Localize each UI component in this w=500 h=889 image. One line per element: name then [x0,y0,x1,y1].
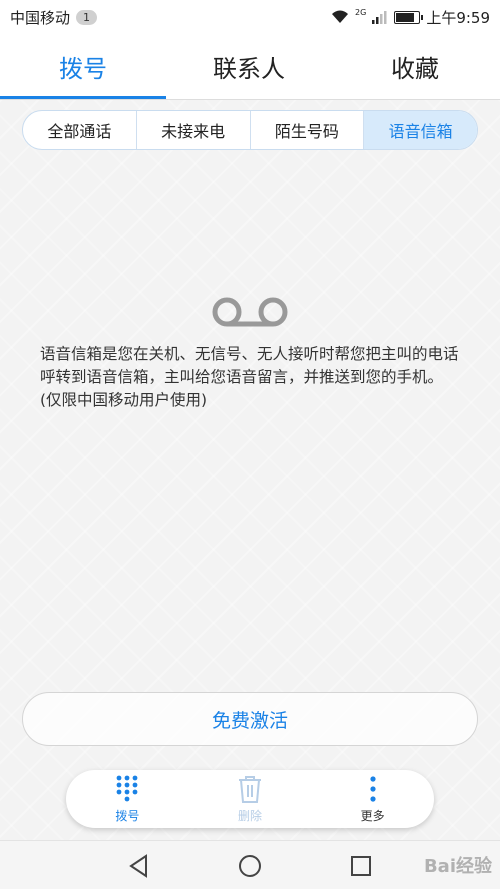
more-vertical-icon [370,775,376,802]
dialpad-button[interactable]: 拨号 [66,770,189,828]
tab-favorites[interactable]: 收藏 [332,34,498,98]
more-label: 更多 [360,808,385,823]
home-icon[interactable] [237,853,263,879]
recents-icon[interactable] [348,853,374,879]
back-icon[interactable] [126,853,152,879]
notification-badge: 1 [76,9,98,25]
carrier-name: 中国移动 [10,8,71,27]
battery-icon [394,10,424,24]
filter-all-calls[interactable]: 全部通话 [23,111,137,149]
tab-dial[interactable]: 拨号 [0,34,166,98]
network-type: 2G [355,7,367,17]
tab-contacts[interactable]: 联系人 [166,34,332,98]
status-bar: 中国移动 1 2G 上午9:59 [0,0,500,34]
filter-unknown-numbers[interactable]: 陌生号码 [251,111,365,149]
voicemail-icon [212,297,288,327]
tab-indicator [0,96,166,99]
signal-icon [372,11,387,24]
delete-label: 删除 [238,808,263,823]
call-filter-segment: 全部通话 未接来电 陌生号码 语音信箱 [22,110,478,150]
trash-icon [239,775,261,803]
more-button[interactable]: 更多 [311,770,434,828]
activate-button[interactable]: 免费激活 [22,692,478,746]
baidu-watermark: Bai经验 [423,856,492,877]
filter-missed-calls[interactable]: 未接来电 [137,111,251,149]
dialpad-icon [116,775,138,801]
wifi-icon [332,10,349,23]
main-tabs: 拨号 联系人 收藏 [0,34,500,100]
delete-button[interactable]: 删除 [189,770,312,828]
dial-label: 拨号 [115,808,140,823]
bottom-action-bar: 拨号 删除 更多 [66,770,434,828]
filter-voicemail[interactable]: 语音信箱 [364,111,477,149]
clock: 上午9:59 [426,8,490,27]
voicemail-description: 语音信箱是您在关机、无信号、无人接听时帮您把主叫的电话呼转到语音信箱，主叫给您语… [40,345,459,409]
